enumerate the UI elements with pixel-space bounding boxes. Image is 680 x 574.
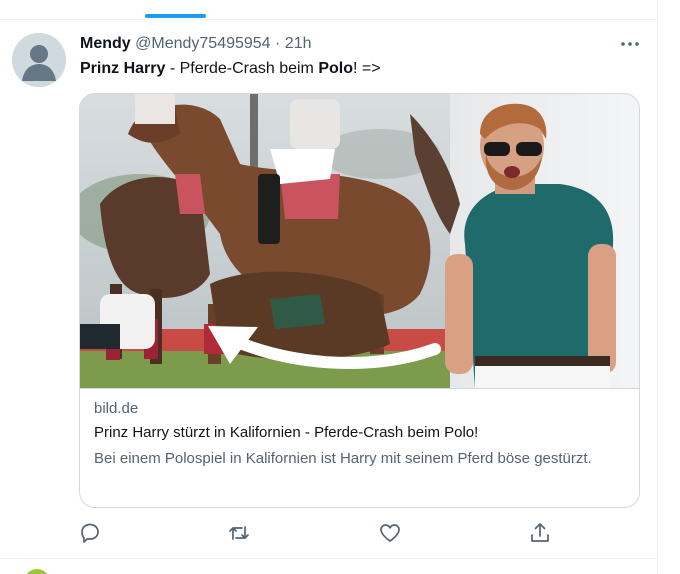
heart-icon[interactable] [378, 521, 402, 545]
card-title: Prinz Harry stürzt in Kalifornien - Pfer… [94, 424, 479, 441]
tweet-divider [0, 558, 658, 559]
card-info[interactable]: bild.de Prinz Harry stürzt in Kalifornie… [80, 388, 639, 507]
link-card[interactable]: bild.de Prinz Harry stürzt in Kalifornie… [79, 93, 640, 508]
tweet-text-bold-2: Polo [318, 60, 353, 77]
share-icon[interactable] [528, 521, 552, 545]
tweet-text: Prinz Harry - Pferde-Crash beim Polo! => [80, 60, 381, 78]
next-tweet-avatar[interactable] [24, 569, 50, 574]
top-tab-bar [0, 0, 658, 20]
tweet-page: Mendy @Mendy75495954 · 21h Prinz Harry -… [0, 0, 680, 574]
timeline-border [657, 0, 658, 574]
polo-photo [80, 94, 639, 388]
tweet-text-part-2: - Pferde-Crash beim [165, 60, 319, 77]
handle-and-time[interactable]: @Mendy75495954 · 21h [135, 35, 311, 52]
card-description: Bei einem Polospiel in Kalifornien ist H… [94, 450, 592, 467]
active-tab-indicator [145, 14, 206, 18]
retweet-icon[interactable] [227, 521, 251, 545]
tweet-text-bold-1: Prinz Harry [80, 60, 166, 77]
tweet-text-part-4: ! => [352, 60, 381, 77]
more-icon[interactable] [618, 32, 642, 56]
card-image[interactable] [80, 94, 639, 388]
default-avatar-icon [12, 33, 66, 87]
display-name[interactable]: Mendy [80, 35, 131, 52]
avatar[interactable] [12, 33, 66, 87]
tweet-header: Mendy @Mendy75495954 · 21h [80, 35, 312, 53]
reply-icon[interactable] [78, 521, 102, 545]
card-domain: bild.de [94, 400, 139, 417]
